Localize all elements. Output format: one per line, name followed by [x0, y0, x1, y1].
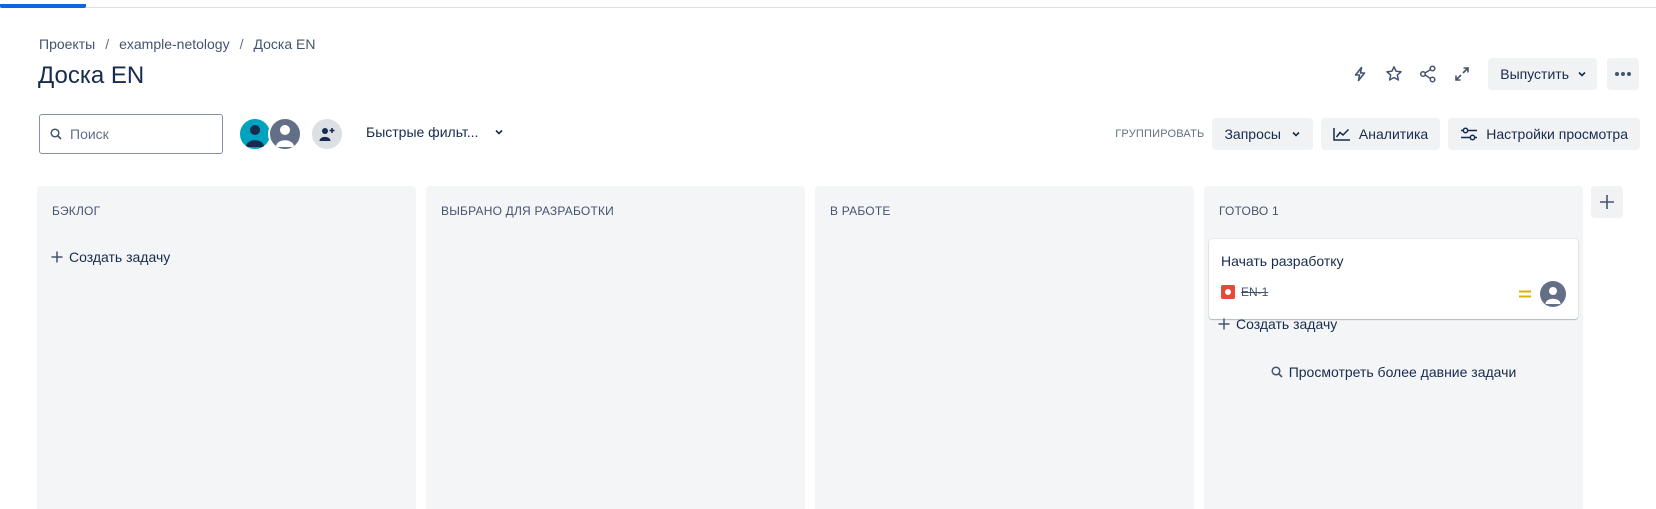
line-chart-icon — [1333, 128, 1350, 141]
release-button-label: Выпустить — [1500, 66, 1569, 82]
column-in-progress: В РАБОТЕ — [815, 186, 1194, 509]
group-by-label: ГРУППИРОВАТЬ — [1115, 128, 1205, 140]
issue-card-title: Начать разработку — [1221, 253, 1344, 269]
column-header: В РАБОТЕ — [830, 204, 891, 218]
group-by-dropdown[interactable]: Запросы — [1212, 118, 1313, 150]
view-settings-label: Настройки просмотра — [1486, 126, 1628, 142]
view-settings-button[interactable]: Настройки просмотра — [1448, 118, 1640, 150]
star-button[interactable] — [1378, 58, 1410, 90]
assignee-avatars — [238, 117, 344, 151]
chevron-down-icon — [1292, 131, 1300, 137]
create-issue-button[interactable]: Создать задачу — [51, 249, 170, 265]
release-button[interactable]: Выпустить — [1488, 58, 1597, 90]
more-actions-button[interactable] — [1607, 58, 1639, 90]
search-field[interactable] — [39, 114, 223, 154]
create-issue-label: Создать задачу — [1236, 316, 1338, 332]
assignee-avatar[interactable] — [1540, 281, 1566, 307]
user-icon — [276, 125, 294, 147]
add-person-icon — [319, 128, 335, 141]
search-icon — [50, 128, 62, 140]
column-header: ГОТОВО 1 — [1219, 204, 1279, 218]
bug-icon — [1221, 285, 1235, 299]
column-backlog: БЭКЛОГ Создать задачу — [37, 186, 416, 509]
plus-icon — [1600, 195, 1614, 209]
group-by-value: Запросы — [1224, 126, 1281, 142]
user-icon — [1545, 287, 1561, 304]
breadcrumb-separator: / — [239, 36, 244, 52]
user-icon — [246, 125, 264, 147]
board-controls: ГРУППИРОВАТЬ Запросы Аналитика Настройки… — [1115, 118, 1640, 150]
header-actions: Выпустить — [1342, 58, 1639, 90]
share-icon — [1420, 65, 1436, 83]
quick-filters-dropdown[interactable]: Быстрые фильт... — [366, 124, 504, 140]
issue-card-meta: EN-1 — [1221, 285, 1268, 299]
active-nav-indicator — [0, 4, 86, 8]
chevron-down-icon — [495, 129, 504, 135]
analytics-label: Аналитика — [1358, 126, 1429, 142]
column-done: ГОТОВО 1 Начать разработку EN-1 Создать … — [1204, 186, 1583, 509]
breadcrumb: Проекты / example-netology / Доска EN — [39, 36, 315, 52]
fullscreen-button[interactable] — [1446, 58, 1478, 90]
view-older-issues-label: Просмотреть более давние задачи — [1288, 364, 1517, 380]
avatar[interactable] — [238, 117, 272, 151]
breadcrumb-project[interactable]: example-netology — [119, 36, 230, 52]
breadcrumb-separator: / — [105, 36, 110, 52]
column-header: БЭКЛОГ — [52, 204, 101, 218]
issue-key[interactable]: EN-1 — [1241, 285, 1268, 299]
expand-icon — [1455, 67, 1470, 81]
search-icon — [1271, 366, 1283, 378]
breadcrumb-board[interactable]: Доска EN — [253, 36, 315, 52]
issue-card[interactable]: Начать разработку EN-1 — [1209, 239, 1578, 319]
create-issue-label: Создать задачу — [69, 249, 171, 265]
share-button[interactable] — [1412, 58, 1444, 90]
avatar[interactable] — [268, 117, 302, 151]
chevron-down-icon — [1578, 71, 1586, 77]
column-header: ВЫБРАНО ДЛЯ РАЗРАБОТКИ — [441, 204, 614, 218]
breadcrumb-projects[interactable]: Проекты — [39, 36, 95, 52]
page-title: Доска EN — [38, 62, 145, 89]
priority-medium-icon — [1519, 290, 1531, 298]
column-selected-for-development: ВЫБРАНО ДЛЯ РАЗРАБОТКИ — [426, 186, 805, 509]
top-navigation-bar — [0, 0, 1656, 8]
automation-button[interactable] — [1344, 58, 1376, 90]
search-input[interactable] — [70, 126, 200, 142]
plus-icon — [1218, 318, 1230, 330]
add-people-button[interactable] — [310, 117, 344, 151]
ellipsis-icon — [1615, 72, 1631, 76]
sliders-icon — [1461, 127, 1478, 141]
plus-icon — [51, 251, 63, 263]
add-column-button[interactable] — [1591, 186, 1623, 218]
lightning-icon — [1354, 66, 1366, 82]
analytics-button[interactable]: Аналитика — [1320, 118, 1441, 150]
view-older-issues-button[interactable]: Просмотреть более давние задачи — [1204, 364, 1583, 380]
quick-filters-label: Быстрые фильт... — [366, 124, 479, 140]
create-issue-button[interactable]: Создать задачу — [1218, 316, 1337, 332]
star-icon — [1386, 66, 1402, 81]
